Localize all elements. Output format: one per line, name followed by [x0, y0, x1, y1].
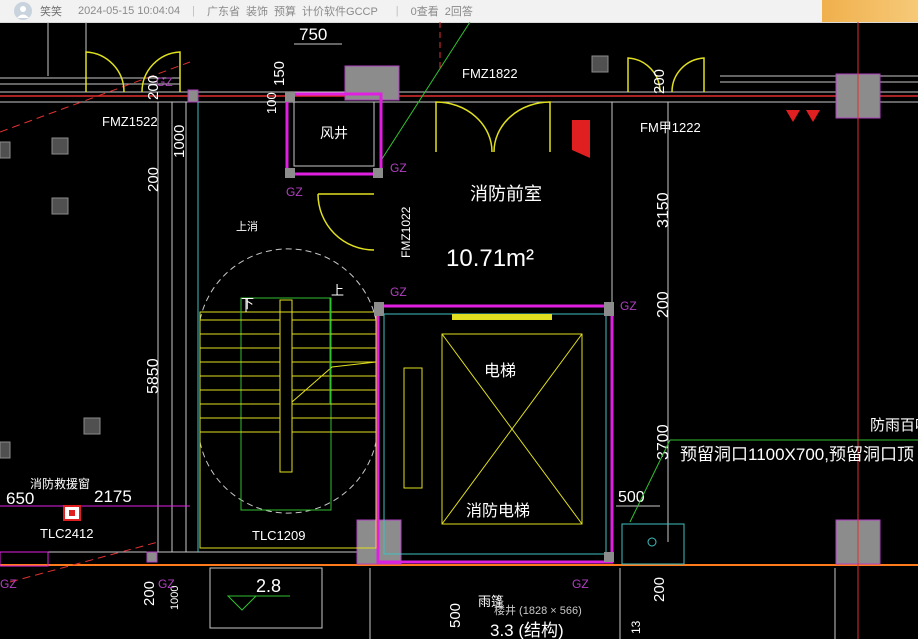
level-marker-icon: [226, 595, 258, 611]
dim-200-right: 200: [655, 291, 672, 318]
reply-count: 2回答: [444, 6, 473, 18]
dim-5850: 5850: [145, 358, 162, 394]
label-up: 上: [331, 283, 344, 298]
label-fire-anteroom: 消防前室: [470, 184, 542, 204]
label-level: 2.8: [256, 576, 281, 596]
user-avatar-icon[interactable]: [14, 2, 32, 20]
right-walls: [611, 22, 859, 639]
label-wind-shaft: 风井: [320, 125, 348, 141]
dimension-lines: [0, 43, 669, 552]
rescue-window-marker-dot: [69, 510, 75, 516]
label-bottom-structure: 3.3 (结构): [490, 621, 564, 639]
label-elevator: 电梯: [484, 362, 516, 380]
gz-labels: GZ GZ GZ GZ GZ GZ GZ GZ: [0, 75, 637, 591]
header-banner: [822, 0, 918, 22]
label-tlc2412: TLC2412: [40, 526, 93, 541]
stair-enclosure: [199, 248, 377, 549]
gz-label: GZ: [156, 75, 173, 89]
post-header-bar: 笑笑 2024-05-15 10:04:04 | 广东省 装饰 预算 计价软件G…: [0, 0, 918, 23]
gz-label: GZ: [620, 299, 637, 313]
cad-drawing-image[interactable]: 风井 下 上 上消 电梯 消防电梯 消防前室 10.71m² FMZ1822 F…: [0, 22, 918, 639]
gz-label: GZ: [0, 577, 17, 591]
divider: |: [192, 5, 196, 17]
view-count: 0查看: [410, 6, 439, 18]
label-fmj1222: FM甲1222: [640, 120, 701, 135]
door-fmz1822: [435, 101, 551, 153]
dim-150: 150: [271, 61, 288, 86]
tag-province[interactable]: 广东省: [207, 3, 240, 19]
top-wall-lines: [0, 75, 918, 103]
label-louver: 防雨百叶: [870, 417, 918, 434]
tag-budget[interactable]: 预算: [274, 3, 296, 19]
label-fire-rescue-window: 消防救援窗: [30, 476, 90, 491]
dim-100: 100: [264, 92, 279, 114]
pipe-symbol: [647, 537, 657, 547]
username[interactable]: 笑笑: [40, 3, 62, 19]
dim-200-bottom-right: 200: [651, 577, 668, 602]
tag-software[interactable]: 计价软件GCCP: [302, 3, 378, 19]
divider: |: [395, 5, 399, 17]
gz-label: GZ: [390, 161, 407, 175]
dim-13: 13: [629, 620, 643, 634]
label-stair-top: 上消: [236, 219, 258, 233]
label-tlc1209: TLC1209: [252, 528, 305, 543]
image-caption: 楼井 (1828 × 566): [494, 605, 582, 617]
axis-line: [9, 541, 159, 583]
pipe-box: [621, 523, 685, 565]
gz-label: GZ: [572, 577, 589, 591]
tag-decoration[interactable]: 装饰: [246, 3, 268, 19]
elevator-shaft: [374, 302, 614, 564]
dim-2175: 2175: [94, 487, 132, 506]
label-down: 下: [241, 296, 254, 311]
dim-200-bottom-left: 200: [141, 581, 158, 606]
dim-500: 500: [618, 489, 645, 506]
opening-box: [0, 551, 49, 567]
stair-treads: [200, 319, 376, 433]
label-area: 10.71m²: [446, 245, 534, 272]
post-timestamp: 2024-05-15 10:04:04: [78, 5, 181, 17]
label-fmz1522: FMZ1522: [102, 114, 158, 129]
label-fire-elevator: 消防电梯: [466, 502, 530, 520]
label-fmz1822: FMZ1822: [462, 66, 518, 81]
dim-3150: 3150: [655, 192, 672, 228]
door-fmz1022: [317, 193, 375, 251]
red-marker-icon: [786, 110, 820, 122]
stair-break-line: [291, 361, 377, 403]
dim-200-left: 200: [145, 167, 162, 192]
dim-750: 750: [299, 25, 327, 44]
dim-650: 650: [6, 489, 34, 508]
label-reserved-opening: 预留洞口1100X700,预留洞口顶: [680, 445, 914, 464]
gz-label: GZ: [390, 285, 407, 299]
dim-500-bottom: 500: [447, 603, 464, 628]
fire-hydrant-symbol: [572, 120, 590, 158]
label-fmz1022: FMZ1022: [399, 206, 413, 258]
dim-200-top-right: 200: [651, 69, 668, 94]
gz-label: GZ: [158, 577, 175, 591]
gz-label: GZ: [286, 185, 303, 199]
dim-1000: 1000: [171, 125, 188, 158]
